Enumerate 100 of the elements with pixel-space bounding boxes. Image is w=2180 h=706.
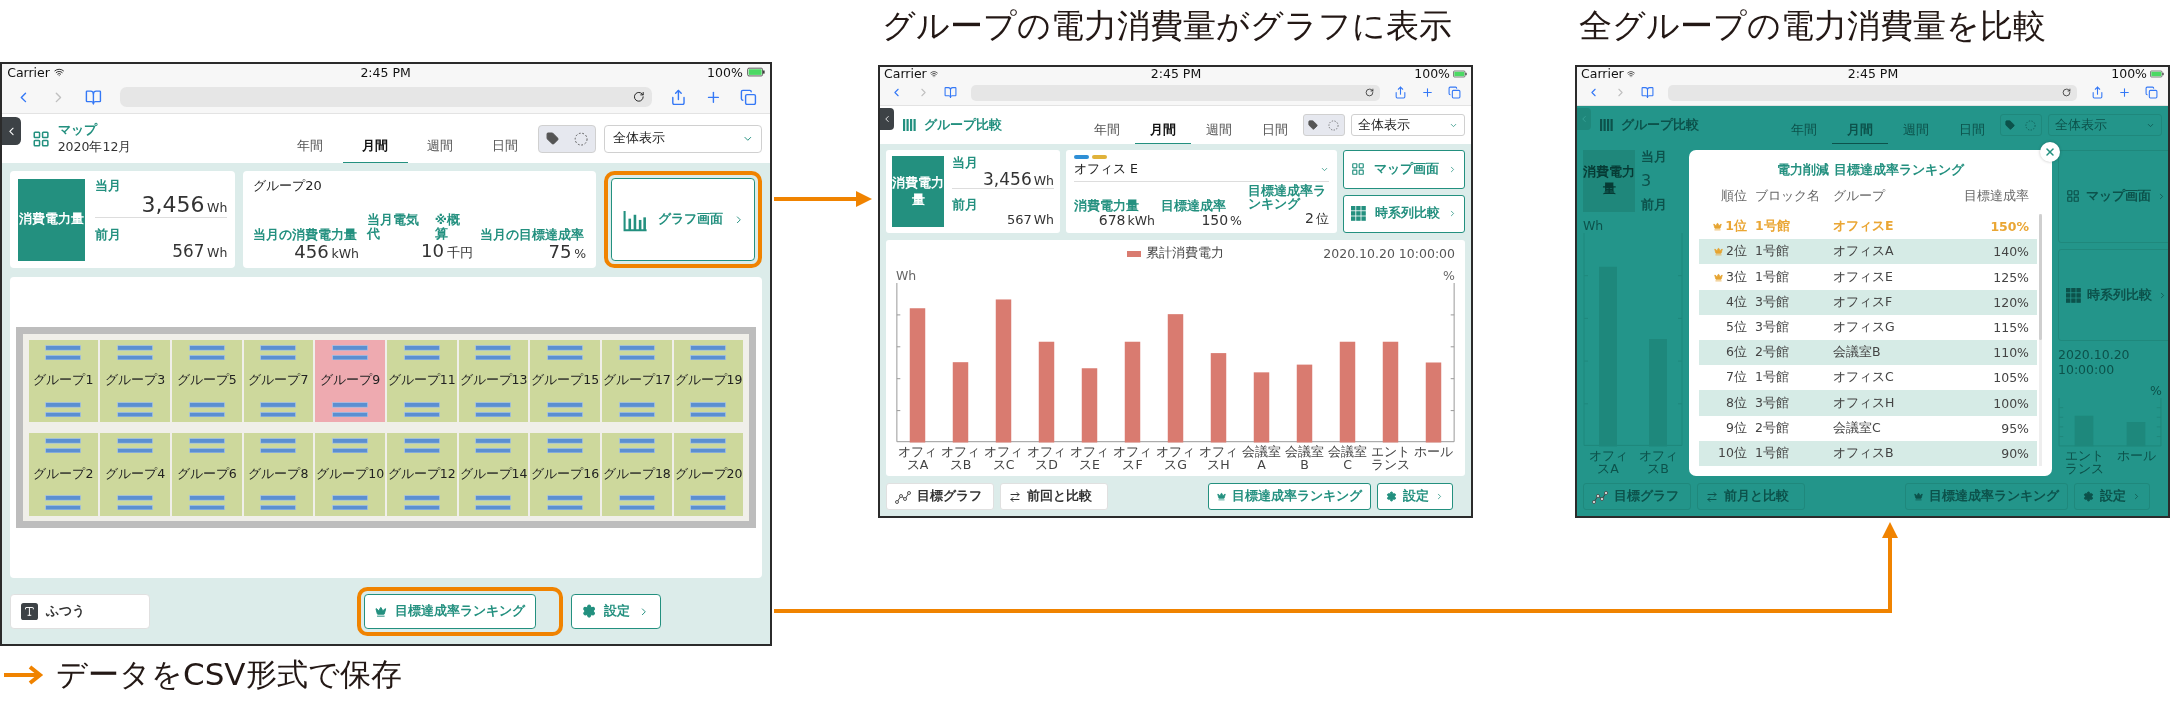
gear-icon <box>2083 491 2094 502</box>
desks-icon <box>117 437 154 454</box>
group-label: グループ8 <box>248 465 309 483</box>
period-tab[interactable]: 週間 <box>1190 106 1247 144</box>
grid-icon <box>2066 189 2080 204</box>
ranking-button[interactable]: 目標達成率ランキング <box>364 594 537 629</box>
group-area[interactable]: グループ8 <box>243 432 314 516</box>
new-tab-icon[interactable] <box>2118 86 2131 99</box>
period-tab[interactable]: 年間 <box>1078 106 1135 144</box>
bookmarks-icon[interactable] <box>84 88 102 106</box>
group-area[interactable]: グループ9 <box>315 339 385 423</box>
desks-icon <box>188 344 225 361</box>
rank-cell: 1位 <box>1725 218 1747 236</box>
bookmarks-icon[interactable] <box>944 86 957 99</box>
group-area[interactable]: グループ7 <box>243 339 314 423</box>
group-area[interactable]: グループ2 <box>28 432 99 516</box>
group-area[interactable]: グループ19 <box>673 339 744 423</box>
group-area[interactable]: グループ4 <box>100 432 170 516</box>
back-tab-button[interactable] <box>2 116 22 146</box>
reload-icon[interactable] <box>2062 88 2071 97</box>
grid-icon <box>31 129 50 148</box>
group-label: グループ20 <box>674 465 743 483</box>
address-field[interactable] <box>971 84 1380 101</box>
chevron-right-icon <box>1435 492 1444 501</box>
group-area[interactable]: グループ12 <box>386 432 457 516</box>
heading: 全グループの電力消費量を比較 <box>1578 5 2047 47</box>
group-area[interactable]: グループ13 <box>458 339 529 423</box>
desks-icon <box>117 494 154 511</box>
period-label: 当月 <box>1641 150 1667 164</box>
ranking-row[interactable]: 10位 1号館 オフィスB 90% <box>1699 440 2037 467</box>
tabs-icon[interactable] <box>1448 86 1461 99</box>
ranking-row[interactable]: 5位 3号館 オフィスG 115% <box>1699 314 2037 340</box>
toolbar-button[interactable]: 前回と比較 <box>1000 483 1108 510</box>
tabs-icon[interactable] <box>740 88 758 106</box>
period-tab[interactable]: 日間 <box>472 114 538 164</box>
ranking-row[interactable]: 3位 1号館 オフィスE 125% <box>1699 264 2037 290</box>
group-area[interactable]: グループ6 <box>171 432 242 516</box>
period-tab[interactable]: 年間 <box>277 114 343 164</box>
group-area[interactable]: グループ18 <box>602 432 672 516</box>
share-icon[interactable] <box>2091 86 2104 99</box>
nav-button[interactable]: グラフ画面 <box>611 178 755 262</box>
group-cell-text: オフィスA <box>1833 243 1895 261</box>
close-button[interactable] <box>2040 142 2060 162</box>
ranking-row[interactable]: 9位 2号館 会議室C 95% <box>1699 415 2037 441</box>
ranking-row[interactable]: 7位 1号館 オフィスC 105% <box>1699 365 2037 391</box>
block-cell-text: 3号館 <box>1755 394 1790 412</box>
desks-icon <box>332 494 369 511</box>
group-area[interactable]: グループ1 <box>28 339 99 423</box>
dashed-circle-icon <box>573 131 589 146</box>
address-field[interactable] <box>119 86 653 108</box>
group-area[interactable]: グループ5 <box>171 339 242 423</box>
group-area[interactable]: グループ14 <box>458 432 529 516</box>
settings-button[interactable]: 設定 <box>570 594 661 629</box>
reload-icon[interactable] <box>1365 88 1374 97</box>
gear-icon <box>581 604 597 619</box>
desks-icon <box>547 401 584 418</box>
desks-icon <box>618 437 655 454</box>
column-header: 順位 <box>1720 187 1748 205</box>
unit-label: Wh <box>207 245 228 261</box>
desks-icon <box>117 344 154 361</box>
address-field[interactable] <box>1668 84 2077 101</box>
ranking-row[interactable]: 2位 1号館 オフィスA 140% <box>1699 239 2037 265</box>
back-tab-button[interactable] <box>880 108 894 130</box>
ranking-row[interactable]: 8位 3号館 オフィスH 100% <box>1699 390 2037 416</box>
ranking-row[interactable]: 4位 3号館 オフィスF 120% <box>1699 289 2037 315</box>
period-tab[interactable]: 日間 <box>1246 106 1303 144</box>
group-area[interactable]: グループ16 <box>530 432 601 516</box>
settings-button[interactable]: 設定 <box>1377 483 1453 510</box>
rank-cell: 5位 <box>1726 318 1747 336</box>
rate-cell-text: 95% <box>2000 420 2029 436</box>
desks-icon <box>690 494 727 511</box>
group-area[interactable]: グループ17 <box>602 339 672 423</box>
power-label: 消費電力量 <box>1583 150 1635 212</box>
stat-label: 消費電力量 <box>1074 198 1139 213</box>
new-tab-icon[interactable] <box>1421 86 1434 99</box>
nav-button[interactable]: 時系列比較 <box>1343 194 1465 233</box>
axis-unit: % <box>1443 268 1455 283</box>
share-icon[interactable] <box>670 88 688 106</box>
group-area[interactable]: グループ20 <box>673 432 744 516</box>
period-tab[interactable]: 週間 <box>407 114 473 164</box>
rate-cell-text: 120% <box>1992 294 2029 310</box>
rank-cell: 10位 <box>1718 444 1747 462</box>
nav-button[interactable]: マップ画面 <box>1343 150 1465 189</box>
view-select[interactable]: 全体表示 <box>604 124 763 154</box>
reload-icon[interactable] <box>632 91 645 103</box>
desks-icon <box>690 344 727 361</box>
view-select[interactable]: 全体表示 <box>1350 114 1465 136</box>
group-area[interactable]: グループ3 <box>100 339 170 423</box>
group-area[interactable]: グループ10 <box>315 432 385 516</box>
toolbar-button[interactable]: ふつう <box>9 594 150 629</box>
desks-icon <box>45 494 82 511</box>
group-area[interactable]: グループ11 <box>386 339 457 423</box>
ranking-row[interactable]: 6位 2号館 会議室B 110% <box>1699 340 2037 366</box>
toolbar-button[interactable]: 目標グラフ <box>886 483 994 510</box>
share-icon[interactable] <box>1394 86 1407 99</box>
group-name: オフィス E <box>1074 160 1138 178</box>
bookmarks-icon[interactable] <box>1641 86 1654 99</box>
tabs-icon[interactable] <box>2145 86 2158 99</box>
ranking-button[interactable]: 目標達成率ランキング <box>1208 483 1371 510</box>
group-area[interactable]: グループ15 <box>530 339 601 423</box>
